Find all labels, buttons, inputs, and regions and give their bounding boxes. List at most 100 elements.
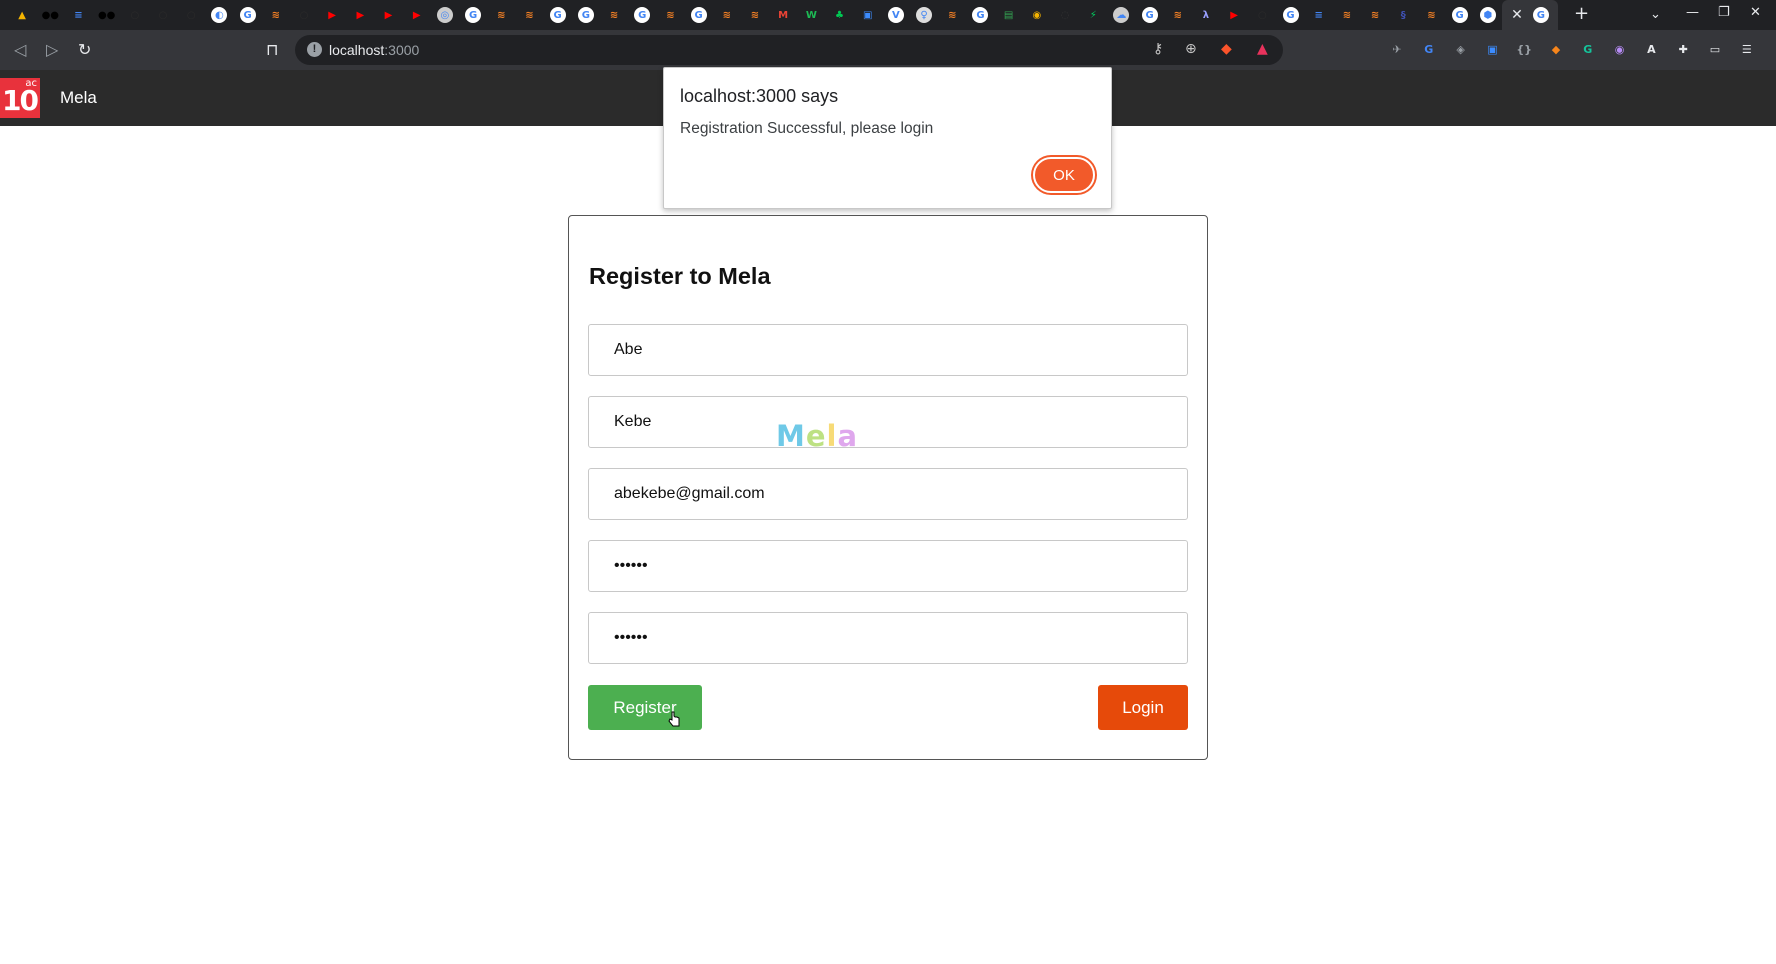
active-browser-tab[interactable]: ✕ G: [1501, 0, 1558, 30]
watermark-letter: e: [805, 419, 827, 453]
close-tab-icon[interactable]: ✕: [1511, 7, 1523, 23]
browser-tab[interactable]: ○: [177, 0, 205, 30]
wallet-icon[interactable]: ▭: [1706, 40, 1724, 58]
browser-tab[interactable]: ○: [1248, 0, 1276, 30]
back-icon[interactable]: ◁: [14, 40, 26, 59]
window-icon[interactable]: ▣: [1483, 40, 1501, 58]
close-window-icon[interactable]: ✕: [1750, 5, 1761, 20]
menu-icon[interactable]: ☰: [1738, 40, 1756, 58]
brave-shield-icon[interactable]: ◆: [1221, 41, 1232, 57]
browser-tab[interactable]: ▶: [403, 0, 431, 30]
browser-tab[interactable]: ☁: [1107, 0, 1135, 30]
shield-icon[interactable]: ◈: [1452, 40, 1470, 58]
confirm-password-input[interactable]: [588, 612, 1188, 664]
browser-tab[interactable]: ●●: [36, 0, 64, 30]
site-info-icon[interactable]: !: [307, 42, 322, 57]
translate-icon[interactable]: G: [1420, 40, 1438, 58]
tab-search-chevron-icon[interactable]: ⌄: [1650, 7, 1661, 22]
browser-tab[interactable]: §: [1389, 0, 1417, 30]
password-input[interactable]: [588, 540, 1188, 592]
stackoverflow-icon: ≋: [666, 9, 675, 21]
new-tab-button[interactable]: +: [1574, 3, 1589, 24]
browser-tab[interactable]: ▤: [995, 0, 1023, 30]
browser-tab[interactable]: ▣: [854, 0, 882, 30]
plane-icon[interactable]: ✈: [1388, 40, 1406, 58]
browser-tab[interactable]: ♀: [910, 0, 938, 30]
email-input[interactable]: [588, 468, 1188, 520]
browser-tab[interactable]: ≋: [600, 0, 628, 30]
url-text[interactable]: localhost:3000: [329, 42, 419, 58]
register-button[interactable]: Register: [588, 685, 702, 730]
browser-tab[interactable]: ▶: [346, 0, 374, 30]
browser-tab[interactable]: ≋: [262, 0, 290, 30]
code-icon[interactable]: {}: [1515, 40, 1533, 58]
browser-tab[interactable]: ≡: [1305, 0, 1333, 30]
browser-tab[interactable]: ≋: [938, 0, 966, 30]
browser-tab[interactable]: ≋: [656, 0, 684, 30]
alert-ok-button[interactable]: OK: [1033, 157, 1095, 193]
browser-tab[interactable]: ○: [149, 0, 177, 30]
browser-tab[interactable]: G: [1276, 0, 1304, 30]
browser-tab[interactable]: ◎: [431, 0, 459, 30]
reload-icon[interactable]: ↻: [78, 40, 91, 59]
browser-tab[interactable]: ▲: [8, 0, 36, 30]
cat-icon[interactable]: ◉: [1611, 40, 1629, 58]
browser-tab[interactable]: ●●: [93, 0, 121, 30]
code-icon: λ: [1202, 9, 1210, 21]
browser-tab[interactable]: ≋: [1333, 0, 1361, 30]
browser-tab[interactable]: ○: [121, 0, 149, 30]
browser-tab[interactable]: G: [1136, 0, 1164, 30]
puzzle-icon[interactable]: ✚: [1674, 40, 1692, 58]
browser-tab[interactable]: ▶: [1220, 0, 1248, 30]
browser-tab[interactable]: V: [882, 0, 910, 30]
browser-tab[interactable]: G: [572, 0, 600, 30]
browser-tab[interactable]: M: [769, 0, 797, 30]
grammarly-icon[interactable]: G: [1579, 40, 1597, 58]
browser-tab[interactable]: G: [1446, 0, 1474, 30]
stackoverflow-icon: ≋: [271, 9, 280, 21]
address-bar[interactable]: ! localhost:3000 ⚷ ⊕ ◆ ▲: [295, 35, 1283, 65]
first-name-input[interactable]: [588, 324, 1188, 376]
brand-name[interactable]: Mela: [60, 88, 97, 108]
bookmark-icon[interactable]: ⊓: [266, 40, 278, 59]
browser-tab[interactable]: G: [685, 0, 713, 30]
browser-tab[interactable]: G: [544, 0, 572, 30]
browser-tab[interactable]: ◌: [1051, 0, 1079, 30]
browser-tab[interactable]: G: [459, 0, 487, 30]
metamask-icon[interactable]: ◆: [1547, 40, 1565, 58]
browser-tab[interactable]: ⚡: [1079, 0, 1107, 30]
browser-tab[interactable]: ⬢: [1474, 0, 1502, 30]
forward-icon[interactable]: ▷: [46, 40, 58, 59]
last-name-input[interactable]: [588, 396, 1188, 448]
browser-tab[interactable]: ≋: [1417, 0, 1445, 30]
browser-tab[interactable]: W: [797, 0, 825, 30]
browser-tab[interactable]: ≋: [1361, 0, 1389, 30]
watermark-letter: M: [776, 419, 806, 453]
minimize-icon[interactable]: —: [1686, 5, 1699, 20]
browser-tab[interactable]: λ: [1192, 0, 1220, 30]
browser-tab[interactable]: ≋: [487, 0, 515, 30]
browser-tab[interactable]: ◐: [205, 0, 233, 30]
browser-tab[interactable]: ≋: [741, 0, 769, 30]
maximize-icon[interactable]: ❐: [1718, 5, 1730, 20]
browser-tab[interactable]: G: [234, 0, 262, 30]
app-logo[interactable]: 10 ac: [0, 78, 40, 118]
browser-tab[interactable]: ≋: [1164, 0, 1192, 30]
browser-tab[interactable]: G: [628, 0, 656, 30]
brave-rewards-icon[interactable]: ▲: [1257, 41, 1268, 57]
key-icon[interactable]: ⚷: [1153, 41, 1163, 57]
browser-tab[interactable]: ▶: [318, 0, 346, 30]
alpha-icon[interactable]: A: [1642, 40, 1660, 58]
stackoverflow-icon: ≋: [1370, 9, 1380, 21]
browser-tab[interactable]: ◉: [1023, 0, 1051, 30]
google-docs-icon: ≡: [74, 9, 83, 21]
zoom-icon[interactable]: ⊕: [1185, 41, 1197, 57]
login-button[interactable]: Login: [1098, 685, 1188, 730]
browser-tab[interactable]: ▶: [374, 0, 402, 30]
browser-tab[interactable]: ≋: [713, 0, 741, 30]
browser-tab[interactable]: ≡: [64, 0, 92, 30]
browser-tab[interactable]: ≋: [515, 0, 543, 30]
browser-tab[interactable]: ○: [290, 0, 318, 30]
browser-tab[interactable]: G: [966, 0, 994, 30]
browser-tab[interactable]: ♣: [825, 0, 853, 30]
